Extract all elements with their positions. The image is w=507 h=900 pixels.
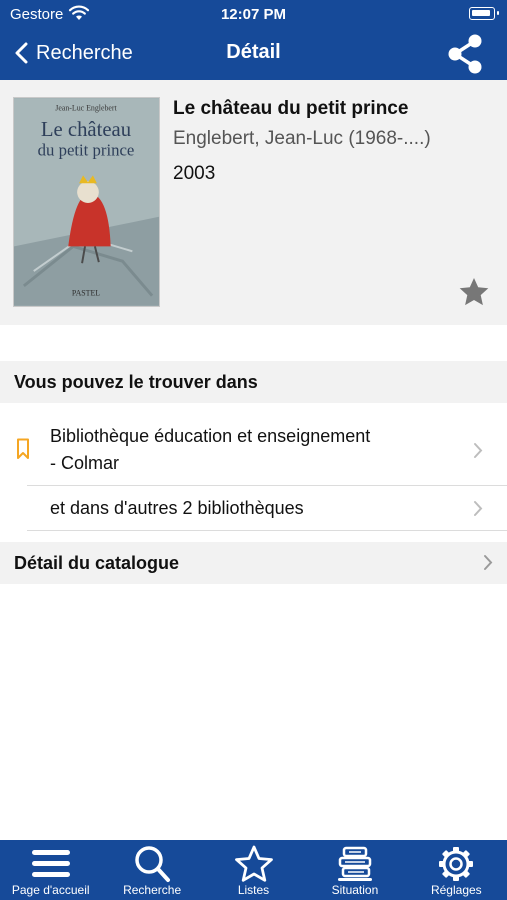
tab-search[interactable]: Recherche — [101, 840, 202, 900]
chevron-right-icon — [484, 555, 493, 570]
other-libraries-label: et dans d'autres 2 bibliothèques — [50, 498, 304, 518]
library-name-line1: Bibliothèque éducation et enseignement — [50, 426, 371, 446]
book-cover-image[interactable]: Jean-Luc Englebert Le château du petit p… — [13, 97, 160, 307]
screen: Gestore 12:07 PM Recherche Détail Jean-L… — [0, 0, 507, 900]
share-icon[interactable] — [443, 32, 487, 76]
book-header: Jean-Luc Englebert Le château du petit p… — [0, 80, 507, 325]
cover-title-line2: du petit prince — [38, 141, 135, 160]
divider — [27, 530, 507, 531]
book-year: 2003 — [173, 163, 216, 184]
top-bar: Gestore 12:07 PM Recherche Détail — [0, 0, 507, 80]
tab-settings-label: Réglages — [430, 883, 482, 897]
tab-lists[interactable]: Listes — [203, 840, 304, 900]
cover-publisher: PASTEL — [72, 289, 100, 298]
chevron-right-icon — [474, 501, 483, 516]
tab-lists-label: Listes — [237, 883, 270, 897]
library-name: Bibliothèque éducation et enseignement -… — [50, 423, 450, 477]
status-bar: Gestore 12:07 PM — [0, 0, 507, 28]
catalog-detail-row[interactable]: Détail du catalogue — [0, 542, 507, 584]
tab-bar: Page d'accueil Recherche Listes Situatio… — [0, 840, 507, 900]
book-title: Le château du petit prince — [173, 98, 409, 119]
bookmark-icon — [17, 438, 29, 459]
library-row[interactable]: Bibliothèque éducation et enseignement -… — [0, 403, 507, 485]
tab-situation[interactable]: Situation — [304, 840, 405, 900]
book-stack-icon — [337, 846, 372, 881]
cover-author: Jean-Luc Englebert — [55, 103, 117, 112]
tab-search-label: Recherche — [123, 883, 182, 897]
library-name-line2: - Colmar — [50, 453, 120, 473]
favorite-star-icon[interactable] — [458, 276, 490, 308]
other-libraries-row[interactable]: et dans d'autres 2 bibliothèques — [0, 486, 507, 530]
search-icon — [135, 846, 171, 882]
tab-situation-label: Situation — [331, 883, 379, 897]
nav-bar: Recherche Détail — [0, 28, 507, 80]
cover-title-line1: Le château — [41, 119, 131, 141]
catalog-detail-label: Détail du catalogue — [14, 553, 180, 573]
page-title: Détail — [226, 41, 281, 63]
book-author: Englebert, Jean-Luc (1968-....) — [173, 128, 431, 149]
tab-home-label: Page d'accueil — [11, 883, 90, 897]
tab-home[interactable]: Page d'accueil — [0, 840, 101, 900]
availability-section-header: Vous pouvez le trouver dans — [0, 361, 507, 403]
chevron-right-icon — [474, 443, 483, 458]
gear-icon — [439, 847, 474, 881]
star-outline-icon — [234, 845, 273, 882]
availability-heading: Vous pouvez le trouver dans — [14, 372, 258, 392]
menu-icon — [31, 850, 70, 877]
status-time: 12:07 PM — [220, 6, 287, 23]
tab-settings[interactable]: Réglages — [406, 840, 507, 900]
battery-icon — [469, 7, 499, 20]
